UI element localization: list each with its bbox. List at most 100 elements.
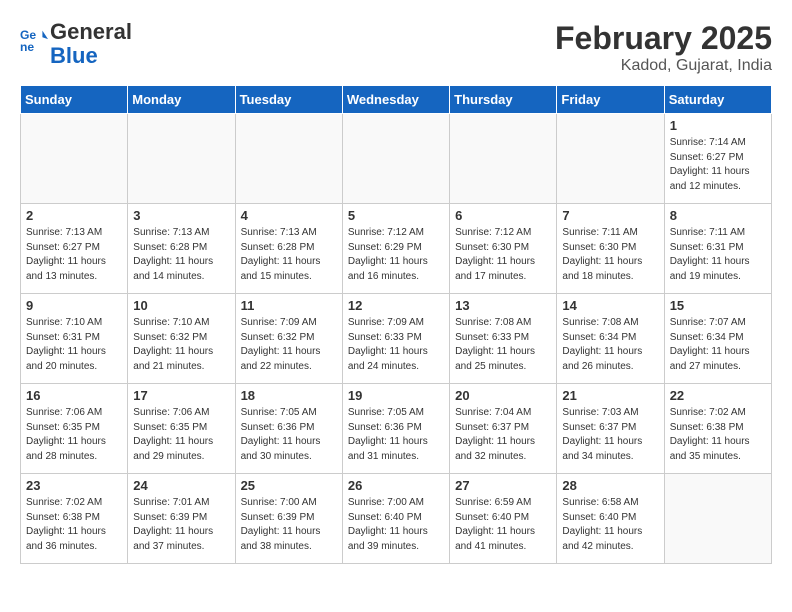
day-info: Sunrise: 7:00 AM Sunset: 6:40 PM Dayligh… (348, 496, 444, 554)
day-info: Sunrise: 7:10 AM Sunset: 6:32 PM Dayligh… (133, 316, 229, 374)
day-number: 21 (562, 388, 658, 403)
day-info: Sunrise: 7:02 AM Sunset: 6:38 PM Dayligh… (670, 406, 766, 464)
weekday-header-tuesday: Tuesday (235, 86, 342, 114)
day-number: 22 (670, 388, 766, 403)
calendar-cell (21, 114, 128, 204)
day-number: 25 (241, 478, 337, 493)
day-info: Sunrise: 7:02 AM Sunset: 6:38 PM Dayligh… (26, 496, 122, 554)
day-number: 14 (562, 298, 658, 313)
calendar-cell: 10Sunrise: 7:10 AM Sunset: 6:32 PM Dayli… (128, 294, 235, 384)
day-info: Sunrise: 7:00 AM Sunset: 6:39 PM Dayligh… (241, 496, 337, 554)
day-info: Sunrise: 7:09 AM Sunset: 6:32 PM Dayligh… (241, 316, 337, 374)
day-info: Sunrise: 7:08 AM Sunset: 6:33 PM Dayligh… (455, 316, 551, 374)
calendar-week-3: 9 Sunrise: 7:10 AM Sunset: 6:31 PM Daylig… (21, 294, 772, 384)
logo-text: General Blue (50, 20, 132, 68)
day-number: 18 (241, 388, 337, 403)
calendar-cell: 26 Sunrise: 7:00 AM Sunset: 6:40 PM Dayli… (342, 474, 449, 564)
day-number: 24 (133, 478, 229, 493)
calendar-cell: 11 Sunrise: 7:09 AM Sunset: 6:32 PM Dayli… (235, 294, 342, 384)
calendar-cell: 2Sunrise: 7:13 AM Sunset: 6:27 PM Daylig… (21, 204, 128, 294)
calendar-cell (557, 114, 664, 204)
day-number: 12 (348, 298, 444, 313)
title-block: February 2025 Kadod, Gujarat, India (555, 20, 772, 75)
day-info: Sunrise: 7:06 AM Sunset: 6:35 PM Dayligh… (26, 406, 122, 464)
weekday-header-friday: Friday (557, 86, 664, 114)
logo-blue: Blue (50, 43, 98, 68)
day-number: 26 (348, 478, 444, 493)
logo-general: General (50, 19, 132, 44)
calendar-cell: 28 Sunrise: 6:58 AM Sunset: 6:40 PM Dayli… (557, 474, 664, 564)
day-info: Sunrise: 6:58 AM Sunset: 6:40 PM Dayligh… (562, 496, 658, 554)
calendar-body: 1 Sunrise: 7:14 AM Sunset: 6:27 PM Daylig… (21, 114, 772, 564)
day-info: Sunrise: 7:13 AM Sunset: 6:28 PM Dayligh… (241, 226, 337, 284)
weekday-header-thursday: Thursday (450, 86, 557, 114)
page-header: Ge ne General Blue February 2025 Kadod, … (20, 20, 772, 75)
calendar-cell: 5Sunrise: 7:12 AM Sunset: 6:29 PM Daylig… (342, 204, 449, 294)
calendar-cell (342, 114, 449, 204)
day-number: 8 (670, 208, 766, 223)
calendar-cell: 20 Sunrise: 7:04 AM Sunset: 6:37 PM Dayli… (450, 384, 557, 474)
calendar-cell: 25 Sunrise: 7:00 AM Sunset: 6:39 PM Dayli… (235, 474, 342, 564)
calendar-cell: 3Sunrise: 7:13 AM Sunset: 6:28 PM Daylig… (128, 204, 235, 294)
calendar-cell: 18 Sunrise: 7:05 AM Sunset: 6:36 PM Dayli… (235, 384, 342, 474)
logo-icon: Ge ne (20, 26, 48, 54)
day-info: Sunrise: 7:07 AM Sunset: 6:34 PM Dayligh… (670, 316, 766, 374)
calendar-table: SundayMondayTuesdayWednesdayThursdayFrid… (20, 85, 772, 564)
calendar-cell: 12 Sunrise: 7:09 AM Sunset: 6:33 PM Dayli… (342, 294, 449, 384)
calendar-week-1: 1 Sunrise: 7:14 AM Sunset: 6:27 PM Daylig… (21, 114, 772, 204)
day-number: 7 (562, 208, 658, 223)
calendar-cell: 27Sunrise: 6:59 AM Sunset: 6:40 PM Dayli… (450, 474, 557, 564)
day-info: Sunrise: 6:59 AM Sunset: 6:40 PM Dayligh… (455, 496, 551, 554)
day-number: 9 (26, 298, 122, 313)
calendar-cell: 22 Sunrise: 7:02 AM Sunset: 6:38 PM Dayli… (664, 384, 771, 474)
calendar-header-row: SundayMondayTuesdayWednesdayThursdayFrid… (21, 86, 772, 114)
calendar-cell: 7 Sunrise: 7:11 AM Sunset: 6:30 PM Daylig… (557, 204, 664, 294)
calendar-cell: 14 Sunrise: 7:08 AM Sunset: 6:34 PM Dayli… (557, 294, 664, 384)
day-info: Sunrise: 7:05 AM Sunset: 6:36 PM Dayligh… (241, 406, 337, 464)
day-number: 28 (562, 478, 658, 493)
calendar-cell: 16Sunrise: 7:06 AM Sunset: 6:35 PM Dayli… (21, 384, 128, 474)
calendar-cell: 17 Sunrise: 7:06 AM Sunset: 6:35 PM Dayli… (128, 384, 235, 474)
day-info: Sunrise: 7:13 AM Sunset: 6:27 PM Dayligh… (26, 226, 122, 284)
day-info: Sunrise: 7:11 AM Sunset: 6:30 PM Dayligh… (562, 226, 658, 284)
day-number: 1 (670, 118, 766, 133)
calendar-cell: 8 Sunrise: 7:11 AM Sunset: 6:31 PM Daylig… (664, 204, 771, 294)
day-info: Sunrise: 7:11 AM Sunset: 6:31 PM Dayligh… (670, 226, 766, 284)
calendar-title: February 2025 (555, 20, 772, 57)
calendar-cell: 15 Sunrise: 7:07 AM Sunset: 6:34 PM Dayli… (664, 294, 771, 384)
day-info: Sunrise: 7:09 AM Sunset: 6:33 PM Dayligh… (348, 316, 444, 374)
day-info: Sunrise: 7:12 AM Sunset: 6:29 PM Dayligh… (348, 226, 444, 284)
weekday-header-saturday: Saturday (664, 86, 771, 114)
day-number: 17 (133, 388, 229, 403)
day-info: Sunrise: 7:10 AM Sunset: 6:31 PM Dayligh… (26, 316, 122, 374)
weekday-header-monday: Monday (128, 86, 235, 114)
calendar-cell (128, 114, 235, 204)
calendar-cell: 21 Sunrise: 7:03 AM Sunset: 6:37 PM Dayli… (557, 384, 664, 474)
calendar-cell: 24 Sunrise: 7:01 AM Sunset: 6:39 PM Dayli… (128, 474, 235, 564)
calendar-cell: 23Sunrise: 7:02 AM Sunset: 6:38 PM Dayli… (21, 474, 128, 564)
day-info: Sunrise: 7:14 AM Sunset: 6:27 PM Dayligh… (670, 136, 766, 194)
day-number: 11 (241, 298, 337, 313)
day-info: Sunrise: 7:01 AM Sunset: 6:39 PM Dayligh… (133, 496, 229, 554)
logo: Ge ne General Blue (20, 20, 132, 68)
day-number: 19 (348, 388, 444, 403)
day-info: Sunrise: 7:03 AM Sunset: 6:37 PM Dayligh… (562, 406, 658, 464)
day-number: 15 (670, 298, 766, 313)
calendar-week-5: 23Sunrise: 7:02 AM Sunset: 6:38 PM Dayli… (21, 474, 772, 564)
day-info: Sunrise: 7:12 AM Sunset: 6:30 PM Dayligh… (455, 226, 551, 284)
weekday-header-sunday: Sunday (21, 86, 128, 114)
calendar-subtitle: Kadod, Gujarat, India (555, 57, 772, 75)
weekday-header-wednesday: Wednesday (342, 86, 449, 114)
day-number: 3 (133, 208, 229, 223)
calendar-cell (664, 474, 771, 564)
calendar-cell (235, 114, 342, 204)
day-number: 13 (455, 298, 551, 313)
day-info: Sunrise: 7:06 AM Sunset: 6:35 PM Dayligh… (133, 406, 229, 464)
day-info: Sunrise: 7:04 AM Sunset: 6:37 PM Dayligh… (455, 406, 551, 464)
calendar-cell: 13 Sunrise: 7:08 AM Sunset: 6:33 PM Dayli… (450, 294, 557, 384)
day-info: Sunrise: 7:05 AM Sunset: 6:36 PM Dayligh… (348, 406, 444, 464)
day-info: Sunrise: 7:08 AM Sunset: 6:34 PM Dayligh… (562, 316, 658, 374)
calendar-cell: 1 Sunrise: 7:14 AM Sunset: 6:27 PM Daylig… (664, 114, 771, 204)
calendar-cell: 9 Sunrise: 7:10 AM Sunset: 6:31 PM Daylig… (21, 294, 128, 384)
day-number: 20 (455, 388, 551, 403)
